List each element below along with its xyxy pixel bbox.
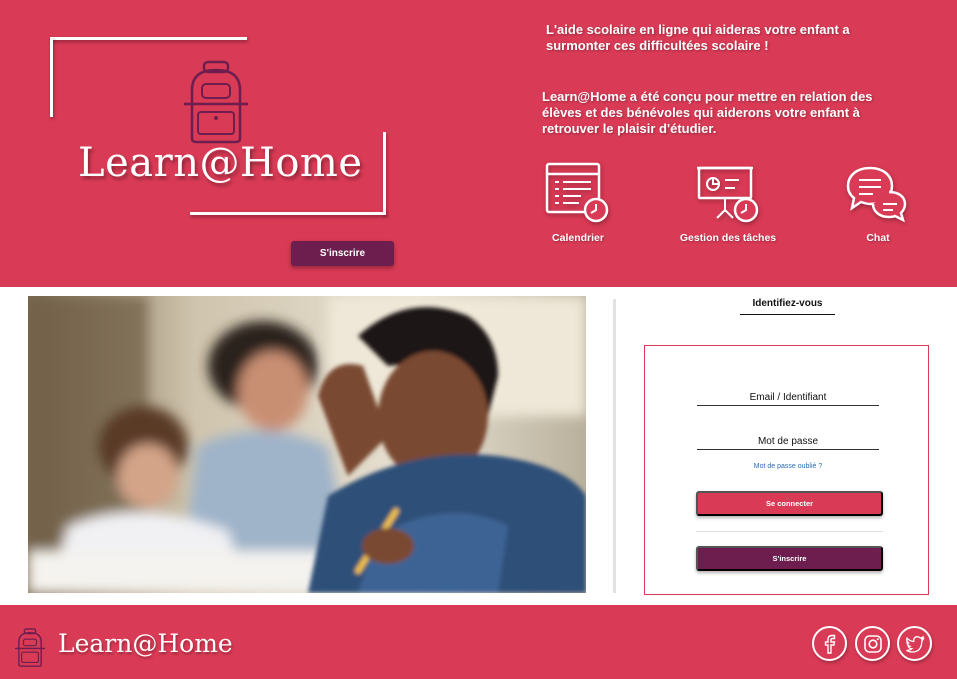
signup-button[interactable]: S'inscrire xyxy=(696,546,883,571)
twitter-icon[interactable] xyxy=(897,626,932,661)
footer: Learn@Home xyxy=(0,605,957,679)
student-studying-photo xyxy=(28,296,586,593)
logo-frame-bottom xyxy=(190,212,386,215)
feature-chat-label: Chat xyxy=(866,232,890,244)
login-button[interactable]: Se connecter xyxy=(696,491,883,516)
description: Learn@Home a été conçu pour mettre en re… xyxy=(542,89,873,136)
password-field[interactable]: Mot de passe xyxy=(697,436,879,450)
form-separator xyxy=(696,531,883,532)
feature-tasks-label: Gestion des tâches xyxy=(679,232,777,244)
feature-chat[interactable]: Chat xyxy=(838,162,918,244)
forgot-password-link[interactable]: Mot de passe oublié ? xyxy=(697,463,879,470)
task-board-clock-icon xyxy=(697,166,759,223)
email-field[interactable]: Email / Identifiant xyxy=(697,392,879,406)
logo-frame-left xyxy=(50,37,53,117)
login-heading: Identifiez-vous xyxy=(740,298,835,315)
backpack-icon xyxy=(15,628,45,667)
register-button[interactable]: S'inscrire xyxy=(291,241,394,266)
feature-calendar-label: Calendrier xyxy=(552,232,604,244)
brand-title: Learn@Home xyxy=(78,140,363,186)
chat-bubbles-icon xyxy=(846,166,907,223)
feature-tasks[interactable]: Gestion des tâches xyxy=(672,162,784,244)
header: Learn@Home S'inscrire L'aide scolaire en… xyxy=(0,0,957,287)
instagram-icon[interactable] xyxy=(855,626,890,661)
backpack-icon xyxy=(184,60,248,144)
calendar-clock-icon xyxy=(545,162,609,223)
logo-frame-top xyxy=(50,37,247,40)
login-form: Email / Identifiant Mot de passe Mot de … xyxy=(644,345,929,595)
logo-frame-right xyxy=(383,132,386,215)
tagline: L'aide scolaire en ligne qui aideras vot… xyxy=(546,22,850,53)
feature-calendar[interactable]: Calendrier xyxy=(540,162,616,244)
footer-brand-title: Learn@Home xyxy=(58,629,233,658)
facebook-icon[interactable] xyxy=(812,626,847,661)
vertical-divider xyxy=(613,299,616,593)
